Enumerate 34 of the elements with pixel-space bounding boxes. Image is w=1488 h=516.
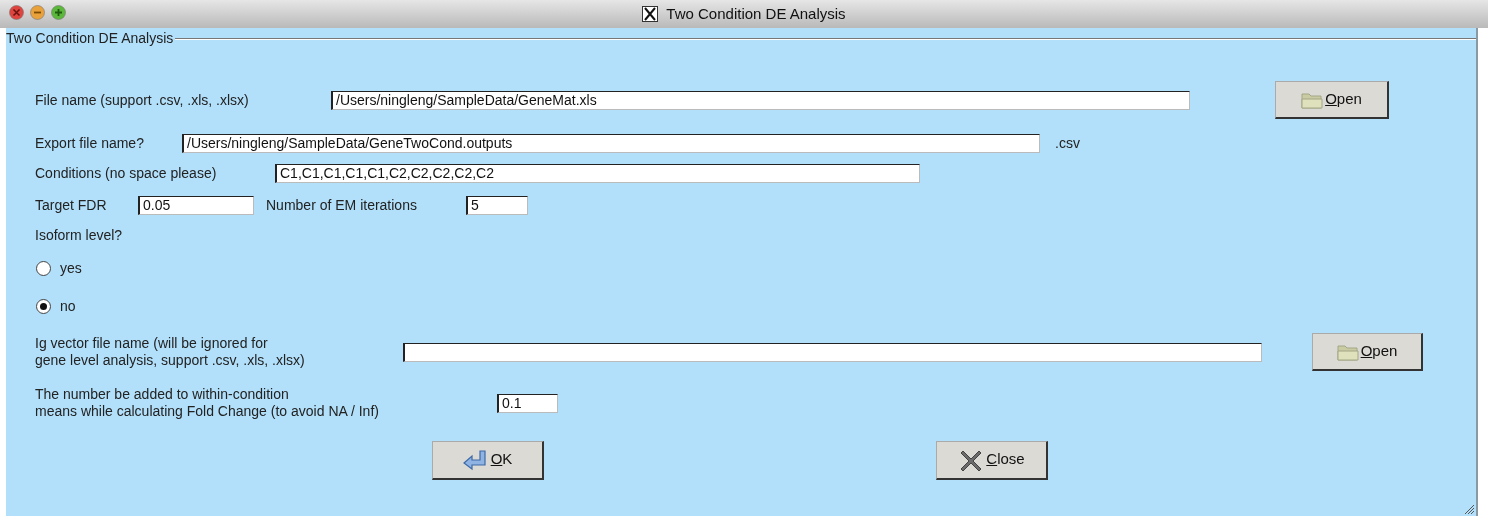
fold-change-field[interactable]: 0.1: [497, 393, 558, 413]
radio-button[interactable]: [36, 260, 51, 276]
field-label: Number of EM iterations: [266, 195, 418, 215]
window-title: Two Condition DE Analysis: [666, 3, 846, 24]
close-icon[interactable]: [9, 5, 24, 20]
field-label: File name (support .csv, .xls, .xlsx): [35, 90, 250, 110]
conditions-field[interactable]: C1,C1,C1,C1,C1,C2,C2,C2,C2,C2: [275, 163, 920, 183]
file-name-field[interactable]: /Users/ningleng/SampleData/GeneMat.xls: [331, 90, 1190, 110]
field-label: Target FDR: [35, 195, 108, 215]
export-file-field[interactable]: /Users/ningleng/SampleData/GeneTwoCond.outputs: [182, 133, 1040, 153]
folder-icon: [1301, 90, 1324, 109]
minimize-icon[interactable]: [30, 5, 45, 20]
radio-label: no: [60, 296, 76, 316]
field-label: Conditions (no space please): [35, 163, 218, 183]
field-label: The number be added to within-condition means while calculating Fold Change (to avoid NA / Inf): [35, 386, 380, 420]
zoom-icon[interactable]: [51, 5, 66, 20]
radio-label: yes: [60, 258, 82, 278]
field-label: Isoform level?: [35, 225, 123, 245]
x11-icon: [642, 6, 659, 22]
close-button[interactable]: Close: [936, 440, 1048, 480]
ig-vector-field[interactable]: [403, 342, 1262, 362]
file-extension-label: .csv: [1055, 133, 1080, 153]
open-button[interactable]: Open: [1312, 333, 1423, 371]
return-arrow-icon: [462, 447, 489, 472]
iterations-field[interactable]: 5: [466, 195, 528, 215]
field-label: Export file name?: [35, 133, 145, 153]
ok-button[interactable]: OK: [432, 440, 544, 480]
folder-icon: [1336, 342, 1359, 361]
resize-grip-icon[interactable]: [1464, 504, 1474, 514]
field-label: Ig vector file name (will be ignored for gene level analysis, support .csv, .xls, .xlsx): [35, 335, 306, 369]
group-label: Two Condition DE Analysis: [6, 29, 175, 48]
fdr-field[interactable]: 0.05: [138, 195, 254, 215]
radio-button[interactable]: [36, 298, 51, 314]
open-button[interactable]: Open: [1275, 81, 1389, 119]
